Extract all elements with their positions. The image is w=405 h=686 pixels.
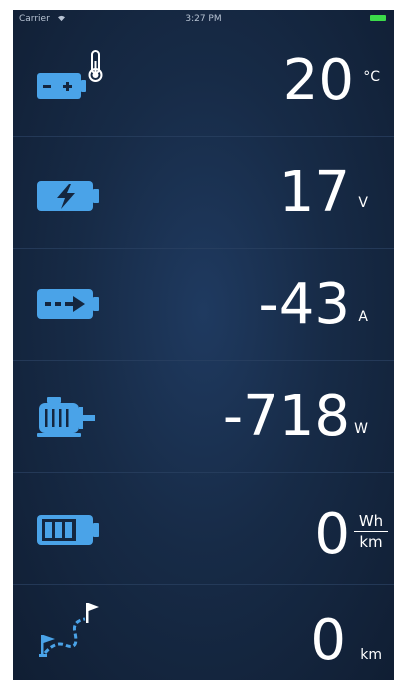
distance-value: 0 [310,608,346,673]
power-unit: W [354,421,368,437]
distance-unit: km [360,647,382,663]
consumption-value: 0 [314,502,350,567]
consumption-unit-numerator: Wh [354,512,388,532]
distance-row: 0 km [13,585,394,680]
temperature-value: 20 [282,48,354,113]
app-screen: Carrier 3:27 PM 20 °C 17 V -43 A -718 W … [13,10,394,680]
battery-status-icon [370,15,386,21]
battery-voltage-icon [37,181,99,211]
battery-temperature-icon [37,50,103,99]
battery-consumption-icon [37,515,99,545]
motor-power-icon [37,397,95,437]
temperature-unit: °C [363,69,380,85]
current-row: -43 A [13,249,394,361]
route-distance-icon [39,603,99,657]
voltage-value: 17 [278,160,350,225]
consumption-unit-denominator: km [359,533,383,551]
power-value: -718 [222,384,350,449]
battery-current-icon [37,289,99,319]
consumption-row: 0 Wh km [13,473,394,585]
power-row: -718 W [13,361,394,473]
voltage-row: 17 V [13,137,394,249]
current-value: -43 [258,272,350,337]
current-unit: A [358,309,368,325]
consumption-unit: Wh km [354,512,388,551]
temperature-row: 20 °C [13,25,394,137]
voltage-unit: V [358,195,368,211]
